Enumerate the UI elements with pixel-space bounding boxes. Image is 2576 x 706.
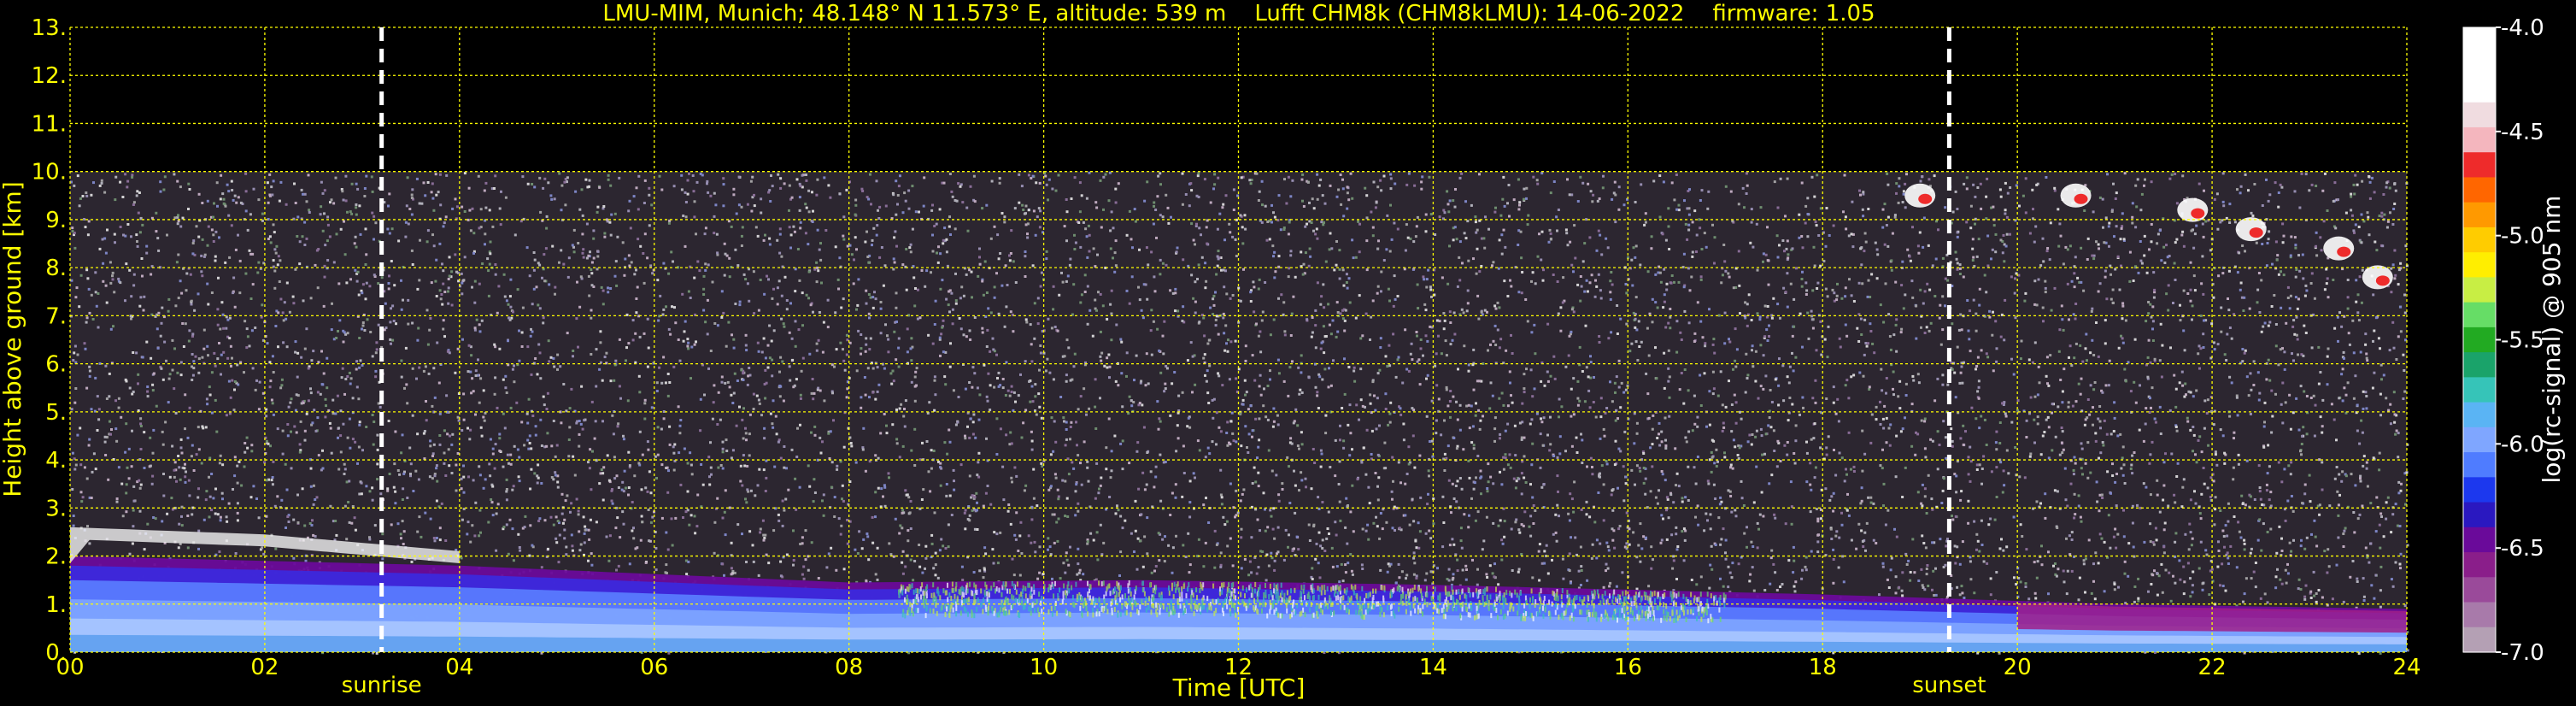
y-tick-label: 10. [32, 160, 67, 185]
x-tick-label: 04 [445, 655, 473, 680]
cirrus-core [2337, 246, 2351, 257]
colorbar-tick-label: -4.5 [2501, 120, 2544, 145]
y-tick-label: 5. [45, 400, 67, 426]
x-tick-label: 22 [2198, 655, 2227, 680]
colorbar-segment [2463, 552, 2496, 578]
colorbar-segment [2463, 27, 2496, 53]
y-tick-label: 6. [45, 352, 67, 378]
y-tick-label: 8. [45, 256, 67, 281]
sunrise-label: sunrise [342, 673, 422, 698]
ceilometer-chart: LMU-MIM, Munich; 48.148° N 11.573° E, al… [0, 0, 2576, 706]
x-tick-label: 16 [1614, 655, 1642, 680]
plot-area [69, 26, 2409, 655]
y-tick-label: 2. [45, 544, 67, 570]
y-tick-label: 13. [32, 15, 67, 41]
y-tick-label: 7. [45, 303, 67, 329]
y-tick-label: 3. [45, 496, 67, 521]
colorbar-segment [2463, 52, 2496, 79]
x-tick-label: 18 [1809, 655, 1837, 680]
colorbar-segment [2463, 277, 2496, 303]
y-tick-label: 1. [45, 592, 67, 618]
cirrus-patch [2235, 217, 2267, 242]
cirrus-patch [2362, 265, 2393, 290]
colorbar-segment [2463, 252, 2496, 278]
colorbar-segment [2463, 302, 2496, 328]
colorbar-segment [2463, 227, 2496, 253]
x-tick-label: 10 [1030, 655, 1058, 680]
x-tick-label: 06 [640, 655, 668, 680]
colorbar-segment [2463, 477, 2496, 503]
colorbar-segment [2463, 402, 2496, 428]
colorbar-segment [2463, 502, 2496, 528]
x-tick-label: 20 [2004, 655, 2032, 680]
y-tick-label: 9. [45, 208, 67, 233]
y-axis-label: Height above ground [km] [0, 181, 26, 497]
colorbar-segment [2463, 327, 2496, 353]
colorbar-segment [2463, 377, 2496, 403]
colorbar-label: log(rc-signal) @ 905 nm [2538, 196, 2566, 484]
y-tick-label: 0. [45, 640, 67, 666]
cirrus-patch [2177, 197, 2209, 222]
x-tick-label: 08 [835, 655, 863, 680]
colorbar-segment [2463, 627, 2496, 653]
colorbar-segment [2463, 427, 2496, 453]
colorbar-segment [2463, 202, 2496, 228]
colorbar-segment [2463, 152, 2496, 179]
cirrus-core [2191, 208, 2205, 219]
cirrus-core [2074, 193, 2088, 204]
cirrus-core [1918, 193, 1933, 204]
cirrus-core [2375, 275, 2390, 286]
colorbar-segment [2463, 352, 2496, 378]
x-tick-label: 14 [1419, 655, 1447, 680]
colorbar-segment [2463, 577, 2496, 603]
colorbar-segment [2463, 77, 2496, 103]
colorbar-segment [2463, 527, 2496, 553]
x-tick-label: 02 [250, 655, 279, 680]
cirrus-core [2249, 227, 2263, 238]
colorbar-segment [2463, 102, 2496, 128]
signal-layer [70, 171, 2409, 655]
y-tick-label: 12. [32, 63, 67, 89]
x-tick-label: 24 [2392, 655, 2421, 680]
colorbar-tick-label: -6.5 [2501, 536, 2544, 562]
cirrus-patch [1904, 183, 1936, 208]
cirrus-patch [2323, 236, 2355, 261]
colorbar-tick-label: -7.0 [2501, 640, 2544, 666]
colorbar-segment [2463, 602, 2496, 628]
x-axis-label: Time [UTC] [1172, 674, 1306, 702]
chart-title: LMU-MIM, Munich; 48.148° N 11.573° E, al… [602, 1, 1875, 26]
cirrus-patch [2060, 183, 2092, 208]
colorbar-tick-label: -4.0 [2501, 15, 2544, 41]
y-tick-label: 11. [32, 111, 67, 137]
y-tick-label: 4. [45, 448, 67, 474]
sunset-label: sunset [1912, 673, 1986, 698]
colorbar-segment [2463, 177, 2496, 203]
colorbar-segment [2463, 126, 2496, 153]
colorbar-segment [2463, 452, 2496, 478]
